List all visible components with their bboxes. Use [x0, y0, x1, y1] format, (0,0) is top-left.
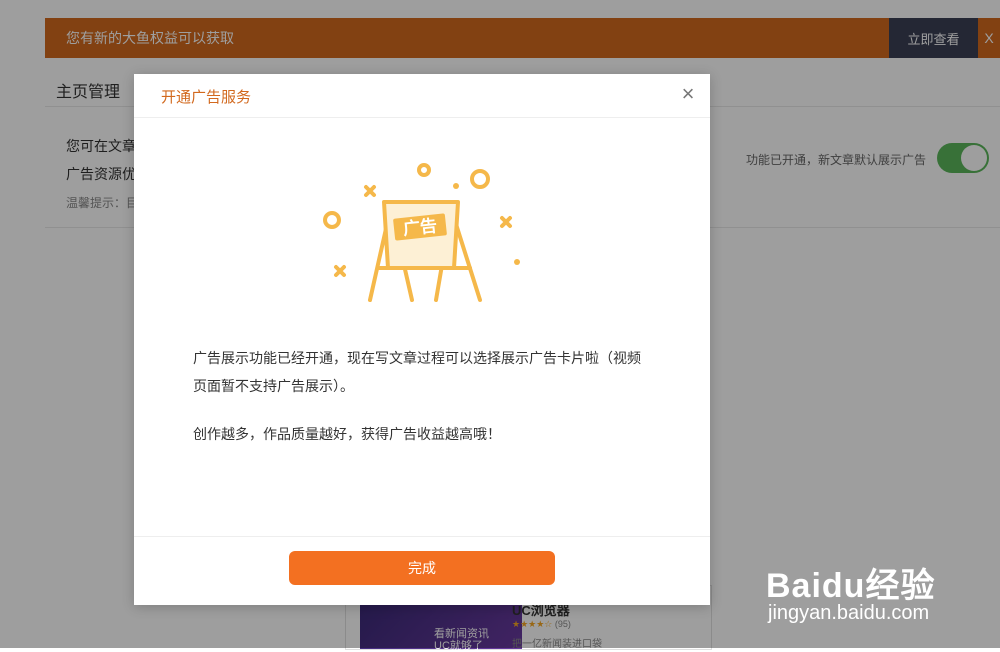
watermark-logo: Baidu经验	[766, 567, 936, 605]
decor-cross-icon	[364, 185, 376, 197]
dialog-body: 广告展示功能已经开通，现在写文章过程可以选择展示广告卡片啦（视频页面暂不支持广告…	[193, 344, 653, 448]
dialog-header: 开通广告服务 ×	[134, 74, 710, 118]
dialog-title: 开通广告服务	[161, 89, 252, 106]
divider	[134, 536, 710, 537]
decor-circle-icon	[323, 211, 341, 229]
enable-ad-service-dialog: 开通广告服务 × 广告 广告展示功能已经开通，现在写文章过程可以选择展示广告卡片…	[134, 74, 710, 605]
easel-leg-icon	[434, 263, 444, 302]
decor-cross-icon	[500, 216, 512, 228]
baidu-watermark: Baidu经验 jingyan.baidu.com	[766, 540, 996, 630]
decor-dot-icon	[514, 259, 520, 265]
decor-circle-icon	[417, 163, 431, 177]
easel-label-text: 广告	[402, 215, 438, 239]
easel-leg-icon	[402, 263, 414, 302]
ad-easel-illustration: 广告	[323, 163, 520, 302]
dialog-paragraph-1: 广告展示功能已经开通，现在写文章过程可以选择展示广告卡片啦（视频页面暂不支持广告…	[193, 350, 641, 394]
watermark-url: jingyan.baidu.com	[768, 602, 930, 624]
decor-circle-icon	[470, 169, 490, 189]
close-icon[interactable]: ×	[676, 82, 700, 106]
decor-cross-icon	[334, 265, 346, 277]
dialog-paragraph-2: 创作越多，作品质量越好，获得广告收益越高哦！	[193, 426, 501, 442]
decor-dot-icon	[453, 183, 459, 189]
done-button[interactable]: 完成	[289, 551, 555, 585]
